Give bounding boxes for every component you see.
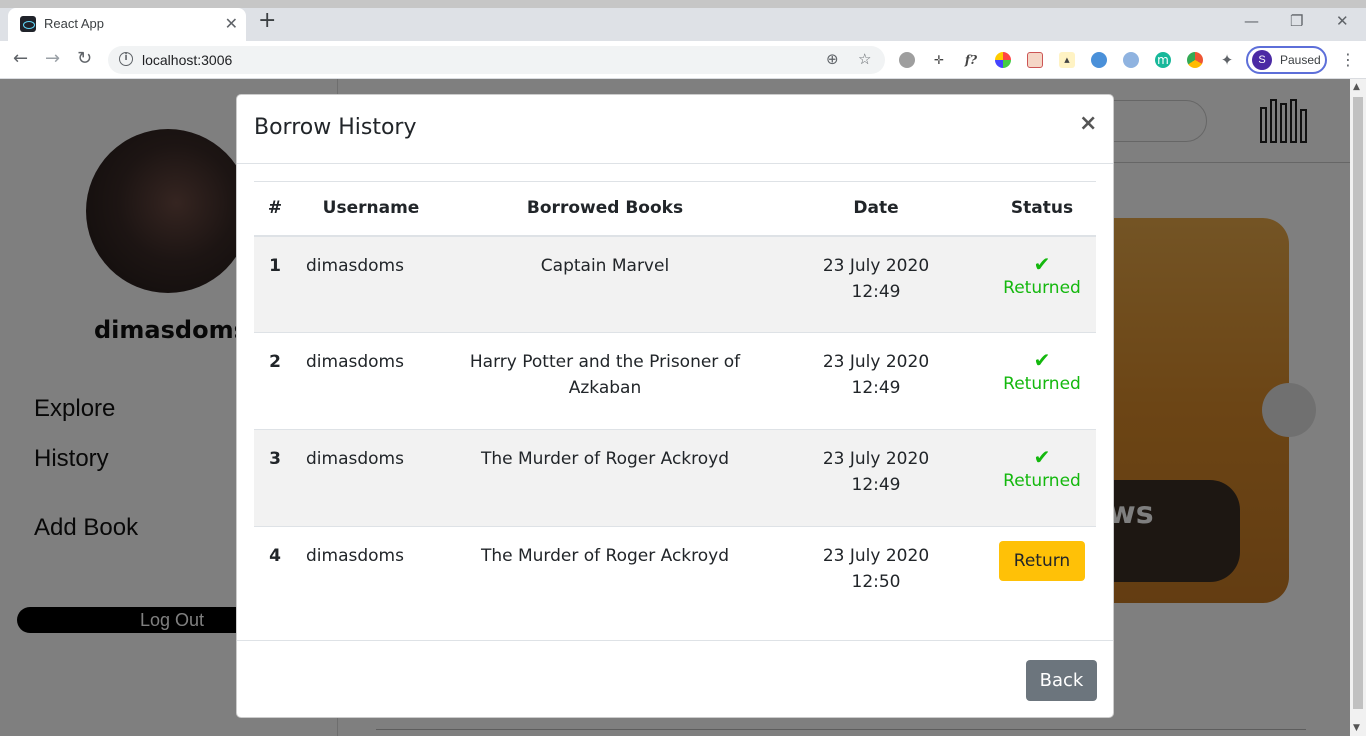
row-book: Harry Potter and the Prisoner of Azkaban: [446, 332, 764, 430]
bookmark-star-icon[interactable]: ☆: [858, 50, 871, 68]
status-returned-label: Returned: [1003, 277, 1081, 298]
window-close-icon[interactable]: ✕: [1336, 12, 1349, 30]
row-number: 3: [254, 429, 296, 527]
forward-arrow-icon[interactable]: →: [45, 49, 60, 69]
row-username: dimasdoms: [296, 235, 446, 333]
address-bar[interactable]: i localhost:3006 ⊕ ☆: [108, 46, 885, 74]
row-status: ✔ Returned: [988, 429, 1096, 527]
row-date-time: 12:49: [851, 378, 901, 398]
borrow-history-modal: Borrow History × # Username Borrowed Boo…: [236, 94, 1114, 718]
row-date-day: 23 July 2020: [822, 546, 930, 566]
restore-icon[interactable]: ❐: [1290, 12, 1303, 30]
modal-close-icon[interactable]: ×: [1079, 113, 1097, 135]
row-book: Captain Marvel: [446, 235, 764, 333]
table-row: 2 dimasdoms Harry Potter and the Prisone…: [254, 332, 1096, 430]
column-header-date: Date: [764, 181, 988, 237]
column-header-number: #: [254, 181, 296, 237]
row-number: 1: [254, 235, 296, 333]
scroll-up-icon[interactable]: ▲: [1353, 82, 1360, 92]
row-number: 4: [254, 526, 296, 624]
table-row: 1 dimasdoms Captain Marvel 23 July 2020 1…: [254, 235, 1096, 333]
scroll-down-icon[interactable]: ▼: [1353, 723, 1360, 733]
row-username: dimasdoms: [296, 429, 446, 527]
extension-colorpicker-icon[interactable]: [995, 52, 1011, 68]
row-status: ✔ Returned: [988, 332, 1096, 430]
row-date: 23 July 2020 12:50: [764, 526, 988, 624]
checkmark-icon: ✔: [1033, 445, 1051, 469]
extension-calendar-icon[interactable]: [1027, 52, 1043, 68]
row-book: The Murder of Roger Ackroyd: [446, 429, 764, 527]
browser-toolbar: ← → ↻ i localhost:3006 ⊕ ☆ ✛ f? ▲ m ✦ S …: [0, 41, 1366, 79]
status-returned-label: Returned: [1003, 374, 1081, 394]
row-number: 2: [254, 332, 296, 430]
row-date-day: 23 July 2020: [822, 449, 930, 469]
row-date-day: 23 July 2020: [822, 352, 930, 372]
scrollbar-thumb[interactable]: [1353, 97, 1363, 709]
row-status: Return: [988, 526, 1096, 624]
zoom-icon[interactable]: ⊕: [826, 50, 839, 68]
row-date: 23 July 2020 12:49: [764, 332, 988, 430]
tab-title: React App: [44, 16, 104, 31]
extension-globe-icon[interactable]: [1091, 52, 1107, 68]
checkmark-icon: ✔: [1033, 348, 1051, 372]
profile-button[interactable]: S Paused: [1246, 46, 1327, 74]
back-arrow-icon[interactable]: ←: [13, 49, 28, 69]
page-scrollbar[interactable]: ▲ ▼: [1350, 79, 1366, 736]
minimize-icon[interactable]: —: [1244, 12, 1259, 30]
modal-header-divider: [237, 163, 1113, 164]
extension-gear-icon[interactable]: [899, 52, 915, 68]
row-date-time: 12:49: [851, 475, 901, 495]
site-info-icon[interactable]: i: [119, 52, 133, 66]
row-date-time: 12:49: [851, 281, 901, 302]
modal-footer-divider: [237, 640, 1113, 641]
browser-tabstrip: React App ✕ + — ❐ ✕: [0, 0, 1366, 41]
extension-move-icon[interactable]: ✛: [931, 52, 947, 68]
url-text: localhost:3006: [142, 52, 233, 68]
reload-icon[interactable]: ↻: [77, 49, 92, 69]
row-date-time: 12:50: [851, 572, 901, 592]
row-username: dimasdoms: [296, 332, 446, 430]
browser-tab[interactable]: React App ✕: [8, 8, 246, 41]
table-header-row: # Username Borrowed Books Date Status: [254, 181, 1096, 237]
extensions-puzzle-icon[interactable]: ✦: [1219, 52, 1235, 68]
borrow-history-table: # Username Borrowed Books Date Status 1 …: [254, 181, 1096, 624]
return-button[interactable]: Return: [999, 541, 1085, 581]
column-header-borrowed-books: Borrowed Books: [446, 181, 764, 237]
extension-chrome-icon[interactable]: [1187, 52, 1203, 68]
extension-pma-icon[interactable]: ▲: [1059, 52, 1075, 68]
column-header-username: Username: [296, 181, 446, 237]
react-favicon-icon: [20, 16, 36, 32]
row-book: The Murder of Roger Ackroyd: [446, 526, 764, 624]
table-row: 4 dimasdoms The Murder of Roger Ackroyd …: [254, 526, 1096, 624]
new-tab-button[interactable]: +: [258, 10, 276, 32]
tab-close-icon[interactable]: ✕: [225, 14, 238, 33]
row-date-day: 23 July 2020: [822, 255, 930, 276]
row-date: 23 July 2020 12:49: [764, 429, 988, 527]
profile-avatar: S: [1252, 50, 1272, 70]
extension-shield-icon[interactable]: [1123, 52, 1139, 68]
table-row: 3 dimasdoms The Murder of Roger Ackroyd …: [254, 429, 1096, 527]
column-header-status: Status: [988, 181, 1096, 237]
extension-m-icon[interactable]: m: [1155, 52, 1171, 68]
back-button[interactable]: Back: [1026, 660, 1097, 701]
window-top-band: [0, 0, 1366, 8]
extension-formula-icon[interactable]: f?: [963, 52, 979, 68]
row-username: dimasdoms: [296, 526, 446, 624]
browser-menu-icon[interactable]: ⋮: [1340, 50, 1356, 69]
profile-status: Paused: [1280, 53, 1321, 67]
modal-title: Borrow History: [254, 115, 417, 140]
status-returned-label: Returned: [1003, 471, 1081, 491]
row-date: 23 July 2020 12:49: [764, 235, 988, 333]
checkmark-icon: ✔: [1033, 251, 1051, 276]
row-status: ✔ Returned: [988, 235, 1096, 333]
